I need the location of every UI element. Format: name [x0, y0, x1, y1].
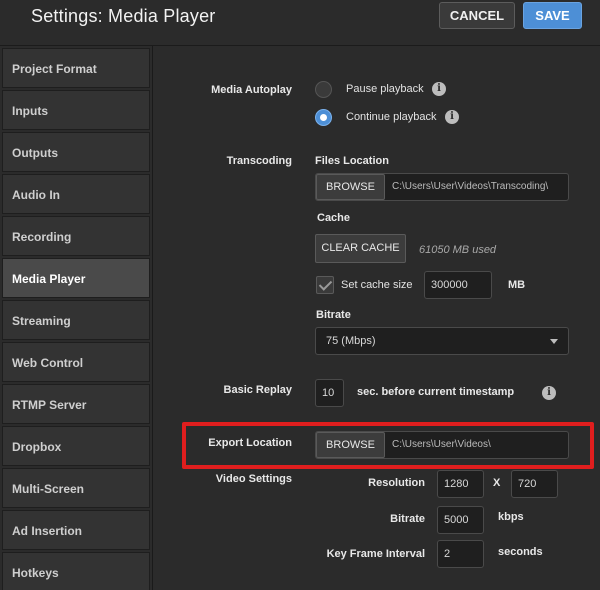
continue-playback-radio[interactable] — [315, 109, 332, 126]
transcoding-label: Transcoding — [226, 155, 292, 167]
basic-replay-info-icon[interactable]: i — [542, 386, 556, 400]
cache-unit-label: MB — [508, 279, 526, 291]
transcoding-bitrate-select[interactable]: 75 (Mbps) — [315, 327, 569, 355]
sidebar-item-ad-insertion[interactable]: Ad Insertion — [2, 510, 150, 550]
sidebar-item-streaming[interactable]: Streaming — [2, 300, 150, 340]
pause-playback-radio[interactable] — [315, 81, 332, 98]
continue-playback-label: Continue playback — [346, 111, 437, 123]
pause-playback-info-icon[interactable]: i — [432, 82, 446, 96]
cache-label: Cache — [317, 212, 351, 224]
video-bitrate-input[interactable]: 5000 — [437, 506, 484, 534]
sidebar-item-hotkeys[interactable]: Hotkeys — [2, 552, 150, 590]
chevron-down-icon — [550, 339, 558, 344]
media-autoplay-label: Media Autoplay — [211, 84, 292, 96]
basic-replay-label: Basic Replay — [223, 384, 292, 396]
set-cache-size-label: Set cache size — [341, 279, 413, 291]
basic-replay-input[interactable]: 10 — [315, 379, 344, 407]
page-title: Settings: Media Player — [31, 6, 216, 26]
sidebar-item-rtmp-server[interactable]: RTMP Server — [2, 384, 150, 424]
transcoding-bitrate-value: 75 (Mbps) — [326, 335, 376, 347]
clear-cache-button[interactable]: CLEAR CACHE — [315, 234, 406, 263]
resolution-height-input[interactable]: 720 — [511, 470, 558, 498]
cache-used-text: 61050 MB used — [419, 244, 497, 256]
sidebar-item-audio-in[interactable]: Audio In — [2, 174, 150, 214]
files-location-label: Files Location — [315, 155, 389, 167]
video-bitrate-label: Bitrate — [390, 513, 425, 525]
sidebar-item-web-control[interactable]: Web Control — [2, 342, 150, 382]
keyframe-interval-unit: seconds — [498, 546, 543, 558]
sidebar-item-inputs[interactable]: Inputs — [2, 90, 150, 130]
transcoding-browse-button[interactable]: BROWSE — [316, 174, 385, 200]
cache-size-input[interactable]: 300000 — [424, 271, 492, 299]
continue-playback-info-icon[interactable]: i — [445, 110, 459, 124]
sidebar-item-dropbox[interactable]: Dropbox — [2, 426, 150, 466]
header-bar: Settings: Media Player CANCEL SAVE — [0, 0, 600, 46]
video-settings-label: Video Settings — [215, 473, 292, 485]
settings-sidebar: Project Format Inputs Outputs Audio In R… — [0, 46, 153, 590]
sidebar-item-media-player[interactable]: Media Player — [2, 258, 150, 298]
resolution-label: Resolution — [368, 477, 425, 489]
keyframe-interval-input[interactable]: 2 — [437, 540, 484, 568]
video-bitrate-unit: kbps — [498, 511, 524, 523]
resolution-width-input[interactable]: 1280 — [437, 470, 484, 498]
resolution-x-label: X — [493, 477, 501, 489]
keyframe-interval-label: Key Frame Interval — [326, 548, 425, 560]
settings-panel: Media Autoplay Pause playback i Continue… — [153, 46, 600, 590]
sidebar-item-multi-screen[interactable]: Multi-Screen — [2, 468, 150, 508]
pause-playback-label: Pause playback — [346, 83, 424, 95]
sidebar-item-project-format[interactable]: Project Format — [2, 48, 150, 88]
set-cache-size-checkbox[interactable] — [316, 276, 334, 294]
basic-replay-suffix: sec. before current timestamp — [357, 386, 515, 398]
sidebar-item-outputs[interactable]: Outputs — [2, 132, 150, 172]
sidebar-item-recording[interactable]: Recording — [2, 216, 150, 256]
export-location-highlight-box — [182, 422, 594, 469]
transcoding-bitrate-label: Bitrate — [316, 309, 351, 321]
cancel-button[interactable]: CANCEL — [439, 2, 515, 29]
save-button[interactable]: SAVE — [523, 2, 582, 29]
